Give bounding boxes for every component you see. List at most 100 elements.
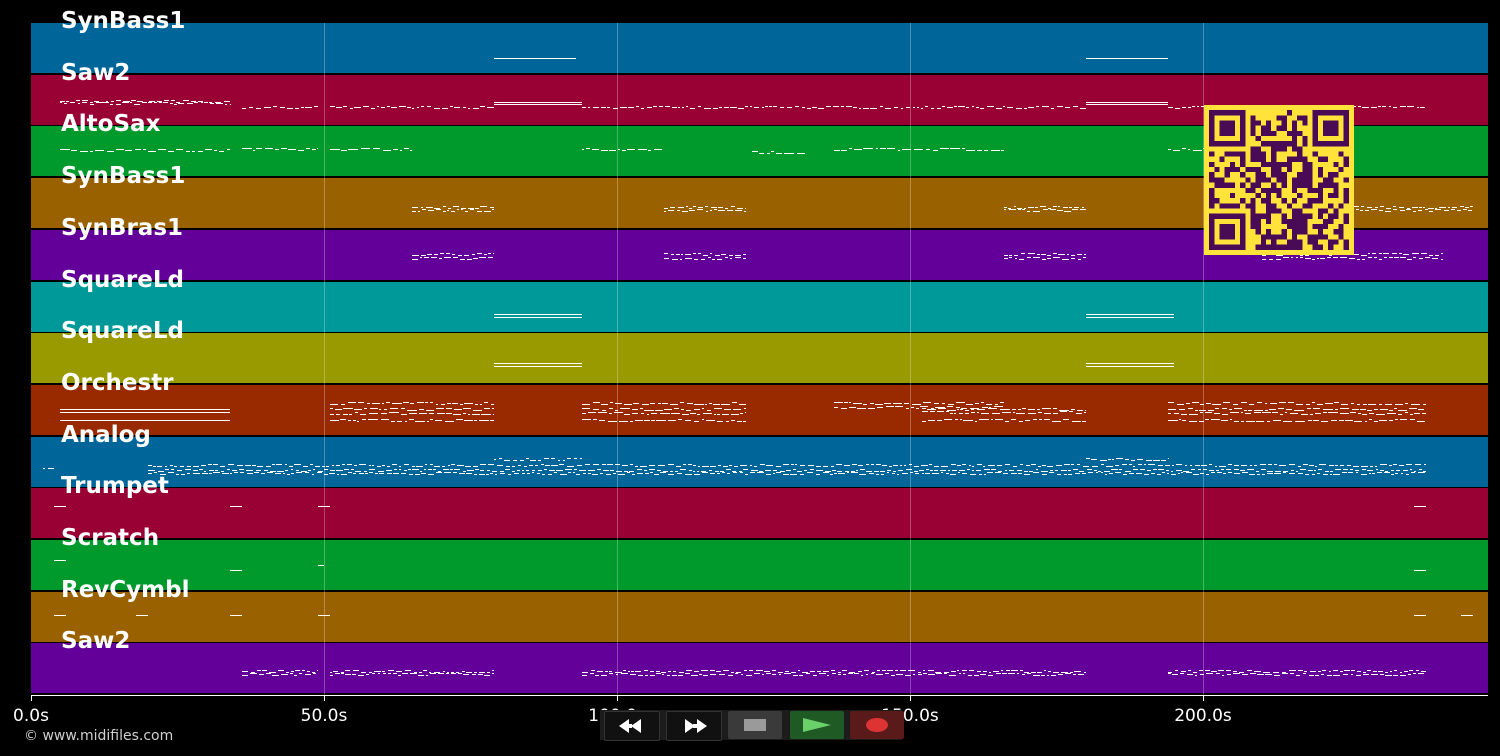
note	[389, 412, 399, 413]
note	[1011, 419, 1017, 420]
note	[1246, 670, 1252, 671]
note	[1157, 474, 1161, 475]
track-lane[interactable]	[31, 385, 1488, 435]
record-button[interactable]	[850, 711, 904, 739]
note	[636, 469, 643, 470]
note	[565, 469, 572, 470]
track-lane[interactable]	[31, 540, 1488, 590]
note	[1385, 208, 1391, 209]
qr-code	[1204, 105, 1354, 255]
note	[466, 473, 472, 474]
note	[401, 473, 407, 474]
note	[266, 466, 271, 467]
note	[1209, 464, 1212, 465]
note	[1362, 404, 1367, 405]
note	[1215, 673, 1220, 674]
note	[1033, 675, 1040, 676]
track-lane[interactable]	[31, 437, 1488, 487]
note	[1019, 464, 1023, 465]
track-lane[interactable]	[31, 23, 1488, 73]
note	[975, 470, 982, 471]
note	[1033, 257, 1041, 258]
note	[442, 211, 446, 212]
note	[844, 402, 848, 403]
note	[1058, 206, 1061, 207]
note	[766, 465, 774, 466]
note	[1022, 209, 1026, 210]
note	[178, 103, 185, 104]
note	[928, 674, 935, 675]
note	[1004, 464, 1011, 465]
note	[765, 474, 771, 475]
note	[1122, 464, 1127, 465]
note	[246, 470, 253, 471]
note	[863, 670, 870, 671]
note	[296, 472, 303, 473]
note	[876, 674, 883, 675]
note	[1014, 255, 1018, 256]
note	[1072, 106, 1078, 107]
note	[1418, 469, 1422, 470]
note	[957, 465, 961, 466]
note	[730, 672, 735, 673]
note	[930, 470, 934, 471]
note	[1330, 471, 1333, 472]
note	[353, 473, 357, 474]
note	[1193, 672, 1197, 673]
note	[453, 414, 462, 415]
track-lane[interactable]	[31, 592, 1488, 642]
track-lane[interactable]	[31, 643, 1488, 693]
note	[703, 108, 711, 109]
note	[1085, 102, 1168, 103]
note	[60, 412, 231, 413]
note	[692, 471, 695, 472]
note	[1135, 473, 1142, 474]
note	[740, 674, 744, 675]
play-button[interactable]	[790, 711, 844, 739]
rewind-button[interactable]	[604, 711, 660, 741]
note	[335, 107, 343, 108]
note	[682, 414, 689, 415]
note	[287, 149, 297, 150]
note	[927, 409, 936, 410]
note	[644, 675, 648, 676]
track-lane[interactable]	[31, 488, 1488, 538]
note	[122, 102, 129, 103]
note	[308, 470, 312, 471]
stop-button[interactable]	[728, 711, 782, 739]
note	[1174, 413, 1180, 414]
note	[991, 413, 1001, 414]
note	[427, 474, 435, 475]
note	[1094, 470, 1097, 471]
note	[1360, 206, 1365, 207]
note	[429, 673, 437, 674]
note	[1412, 253, 1419, 254]
note	[793, 675, 799, 676]
note	[958, 470, 966, 471]
note	[263, 107, 271, 108]
note	[1413, 673, 1416, 674]
note	[170, 100, 176, 101]
note	[411, 108, 415, 109]
note	[1326, 257, 1331, 258]
note	[1003, 209, 1007, 210]
note	[489, 207, 494, 208]
note	[301, 107, 304, 108]
note	[1360, 474, 1368, 475]
note	[697, 209, 704, 210]
note	[619, 408, 630, 409]
note	[559, 464, 565, 465]
note	[882, 670, 886, 671]
note	[739, 404, 746, 405]
note	[833, 407, 838, 408]
note	[799, 465, 806, 466]
track-lane[interactable]	[31, 333, 1488, 383]
track-lane[interactable]	[31, 282, 1488, 332]
note	[281, 674, 288, 675]
note	[341, 464, 346, 465]
note	[472, 674, 477, 675]
fast-forward-button[interactable]	[666, 711, 722, 741]
note	[1468, 210, 1473, 211]
note	[945, 473, 949, 474]
note	[129, 102, 133, 103]
